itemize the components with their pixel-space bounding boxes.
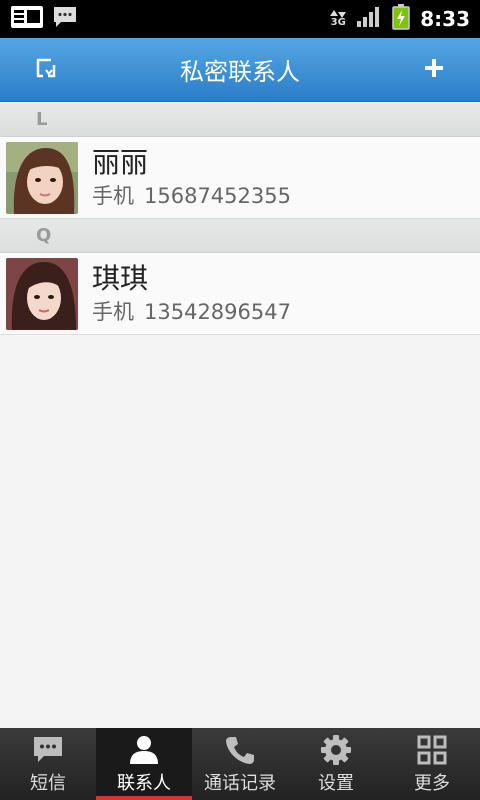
sms-notification-icon xyxy=(52,5,78,33)
status-bar: 3G 8:33 xyxy=(0,0,480,38)
title-bar: 私密联系人 xyxy=(0,38,480,102)
gear-icon xyxy=(320,733,352,767)
avatar xyxy=(6,141,78,214)
contact-name: 丽丽 xyxy=(92,145,149,179)
import-button[interactable] xyxy=(14,38,78,102)
tab-call-log[interactable]: 通话记录 xyxy=(192,728,288,800)
contact-row[interactable]: 丽丽 手机 15687452355 xyxy=(0,137,480,219)
message-icon xyxy=(32,733,64,767)
phone-number: 15687452355 xyxy=(144,183,291,208)
section-header-q: Q xyxy=(0,219,480,253)
tab-label: 联系人 xyxy=(117,773,171,794)
tab-sms[interactable]: 短信 xyxy=(0,728,96,800)
grid-icon xyxy=(417,733,447,767)
section-header-l: L xyxy=(0,103,480,137)
phone-icon xyxy=(224,733,256,767)
tab-label: 通话记录 xyxy=(204,773,276,794)
network-type-label: 3G xyxy=(330,17,346,28)
clock: 8:33 xyxy=(420,7,470,31)
import-icon xyxy=(35,57,57,83)
battery-charging-icon xyxy=(392,4,410,34)
tab-contacts[interactable]: 联系人 xyxy=(96,728,192,800)
contact-phone: 手机 15687452355 xyxy=(92,182,291,210)
phone-label: 手机 xyxy=(92,183,134,208)
contact-icon xyxy=(128,733,160,767)
tab-settings[interactable]: 设置 xyxy=(288,728,384,800)
contact-phone: 手机 13542896547 xyxy=(92,298,291,326)
add-icon xyxy=(423,57,445,83)
tab-label: 设置 xyxy=(318,773,354,794)
bottom-nav: 短信 联系人 通话记录 设置 更多 xyxy=(0,728,480,800)
phone-label: 手机 xyxy=(92,299,134,324)
contact-name: 琪琪 xyxy=(92,261,149,295)
contact-list: L 丽丽 手机 15687452355 Q 琪琪 手机 13542896547 xyxy=(0,103,480,335)
tab-label: 更多 xyxy=(414,773,450,794)
phone-number: 13542896547 xyxy=(144,299,291,324)
tab-label: 短信 xyxy=(30,773,66,794)
page-title: 私密联系人 xyxy=(180,58,300,86)
add-contact-button[interactable] xyxy=(402,38,466,102)
contact-row[interactable]: 琪琪 手机 13542896547 xyxy=(0,253,480,335)
signal-icon xyxy=(356,6,382,32)
tab-more[interactable]: 更多 xyxy=(384,728,480,800)
avatar xyxy=(6,257,78,330)
data-transfer-icon: 3G xyxy=(330,10,347,28)
news-icon xyxy=(10,5,44,33)
